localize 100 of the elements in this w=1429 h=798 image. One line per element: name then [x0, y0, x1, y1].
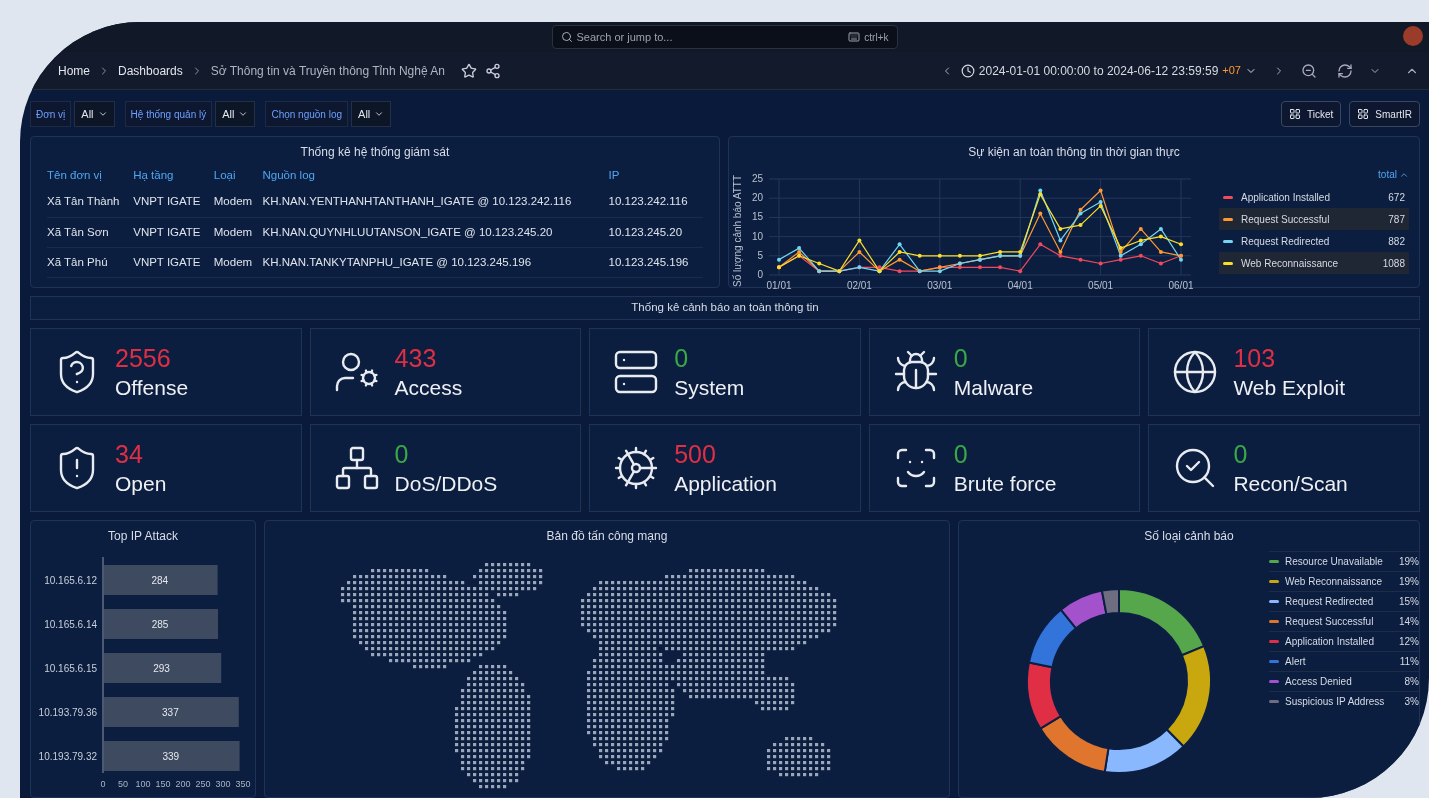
data-point — [917, 253, 922, 258]
zoom-out-icon[interactable] — [1301, 62, 1317, 79]
grid-icon — [1357, 108, 1370, 120]
legend-percent: 15% — [1399, 595, 1419, 609]
table-cell: Xã Tân Sơn — [47, 217, 134, 248]
legend-percent: 11% — [1399, 655, 1419, 669]
variable-select[interactable]: All — [351, 101, 392, 127]
legend-label: Suspicious IP Address — [1285, 695, 1386, 709]
x-tick-label: 150 — [155, 779, 171, 789]
bar-label: 10.193.79.32 — [38, 751, 97, 762]
legend-label: Request Redirected — [1241, 234, 1331, 249]
legend-row[interactable]: Alert 11% — [1269, 651, 1419, 671]
y-tick-label: 0 — [757, 269, 763, 280]
legend-row[interactable]: Resource Unavailable 19% — [1269, 551, 1419, 571]
bar-label: 10.165.6.12 — [44, 575, 97, 586]
data-point — [937, 253, 942, 258]
variable-select[interactable]: All — [74, 101, 115, 127]
time-range-picker[interactable]: 2024-01-01 00:00:00 to 2024-06-12 23:59:59 +07 — [960, 61, 1257, 80]
column-header[interactable]: Tên đơn vị — [47, 167, 134, 188]
legend-row[interactable]: Request Successful 787 — [1219, 208, 1409, 230]
timezone: +07 — [1222, 63, 1241, 79]
column-header[interactable]: IP — [608, 167, 703, 188]
legend-row[interactable]: Request Successful 14% — [1269, 611, 1419, 631]
legend-row[interactable]: Request Redirected 15% — [1269, 591, 1419, 611]
dashboard-link-button[interactable]: Ticket — [1281, 101, 1342, 127]
legend-total: 787 — [1388, 212, 1405, 227]
section-header: Thống kê cảnh báo an toàn thông tin — [30, 296, 1420, 320]
table-cell: Modem — [213, 217, 263, 248]
bar-value-label: 293 — [153, 663, 170, 674]
legend-percent: 19% — [1399, 555, 1419, 569]
refresh-icon[interactable] — [1337, 62, 1353, 79]
data-point — [1058, 238, 1063, 243]
variable-label: Hệ thống quản lý — [124, 101, 213, 127]
stat-label: Open — [115, 473, 167, 494]
stat-label: Web Exploit — [1233, 377, 1346, 398]
legend-label: Alert — [1285, 655, 1307, 669]
data-point — [1058, 226, 1063, 231]
data-point — [1138, 226, 1143, 231]
stat-label: DoS/DDoS — [394, 473, 498, 494]
keyboard-icon — [848, 31, 861, 43]
search-field[interactable]: Search or jump to... ctrl+k — [551, 25, 898, 49]
caret-icon — [238, 109, 249, 119]
data-point — [1078, 257, 1083, 262]
clock-icon — [960, 63, 975, 78]
y-tick-label: 25 — [751, 173, 763, 184]
legend-percent: 3% — [1404, 695, 1419, 709]
variable-select[interactable]: All — [215, 101, 256, 127]
search-icon — [560, 31, 573, 43]
legend-sort-header[interactable]: total — [1378, 167, 1409, 182]
breadcrumb-link[interactable]: Dashboards — [118, 61, 183, 80]
caret-icon — [374, 109, 385, 119]
x-tick-label: 04/01 — [1007, 280, 1033, 291]
x-tick-label: 350 — [235, 779, 251, 789]
time-range: 2024-01-01 00:00:00 to 2024-06-12 23:59:59 — [978, 62, 1219, 80]
bar-value-label: 284 — [151, 575, 169, 586]
legend-percent: 8% — [1404, 675, 1419, 689]
y-axis-label: Số lượng cảnh báo ATTT — [732, 175, 743, 287]
legend-row[interactable]: Suspicious IP Address 3% — [1269, 691, 1419, 711]
bar-value-label: 339 — [162, 751, 180, 762]
star-icon[interactable] — [461, 62, 477, 79]
share-icon[interactable] — [485, 62, 501, 79]
legend-row[interactable]: Web Reconnaissance 1088 — [1219, 252, 1409, 274]
legend-label: Application Installed — [1285, 635, 1375, 649]
legend-row[interactable]: Web Reconnaissance 19% — [1269, 571, 1419, 591]
breadcrumb-link[interactable]: Home — [58, 61, 90, 80]
data-point — [1158, 226, 1163, 231]
stat-value: 0 — [953, 442, 969, 467]
y-tick-label: 10 — [751, 230, 763, 242]
bar-label: 10.165.6.15 — [44, 663, 97, 674]
panel-title: Top IP Attack — [107, 528, 179, 545]
legend-row[interactable]: Access Denied 8% — [1269, 671, 1419, 691]
data-point — [817, 261, 822, 266]
legend-row[interactable]: Application Installed 12% — [1269, 631, 1419, 651]
stat-label: System — [674, 377, 745, 398]
stat-label: Brute force — [953, 473, 1057, 494]
table-cell: Xã Tân Phú — [47, 247, 134, 278]
legend-row[interactable]: Request Redirected 882 — [1219, 230, 1409, 252]
table-cell: 10.123.242.116 — [608, 187, 703, 218]
stat-value: 2556 — [115, 346, 172, 371]
table-cell: VNPT IGATE — [133, 187, 214, 218]
column-header[interactable]: Loại — [213, 167, 263, 188]
data-point — [897, 242, 902, 247]
legend-percent: 12% — [1399, 635, 1419, 649]
legend-total: 1088 — [1382, 256, 1405, 271]
stat-label: Access — [394, 377, 463, 398]
table-cell: 10.123.245.20 — [608, 217, 703, 248]
x-tick-label: 02/01 — [846, 280, 872, 291]
bar-label: 10.165.6.14 — [44, 619, 97, 630]
breadcrumb-link[interactable]: Sở Thông tin và Truyền thông Tỉnh Nghệ An — [210, 61, 445, 80]
column-header[interactable]: Hạ tầng — [133, 167, 214, 188]
grid-icon — [1289, 108, 1301, 120]
legend-percent: 14% — [1399, 615, 1419, 629]
legend-row[interactable]: Application Installed 672 — [1219, 186, 1409, 208]
data-point — [1098, 261, 1103, 266]
dashboard-link-button[interactable]: SmartIR — [1349, 101, 1420, 127]
stat-value: 433 — [394, 346, 438, 371]
avatar[interactable] — [1403, 26, 1423, 46]
data-point — [1038, 211, 1043, 216]
data-point — [857, 238, 862, 243]
column-header[interactable]: Nguồn log — [262, 167, 609, 188]
